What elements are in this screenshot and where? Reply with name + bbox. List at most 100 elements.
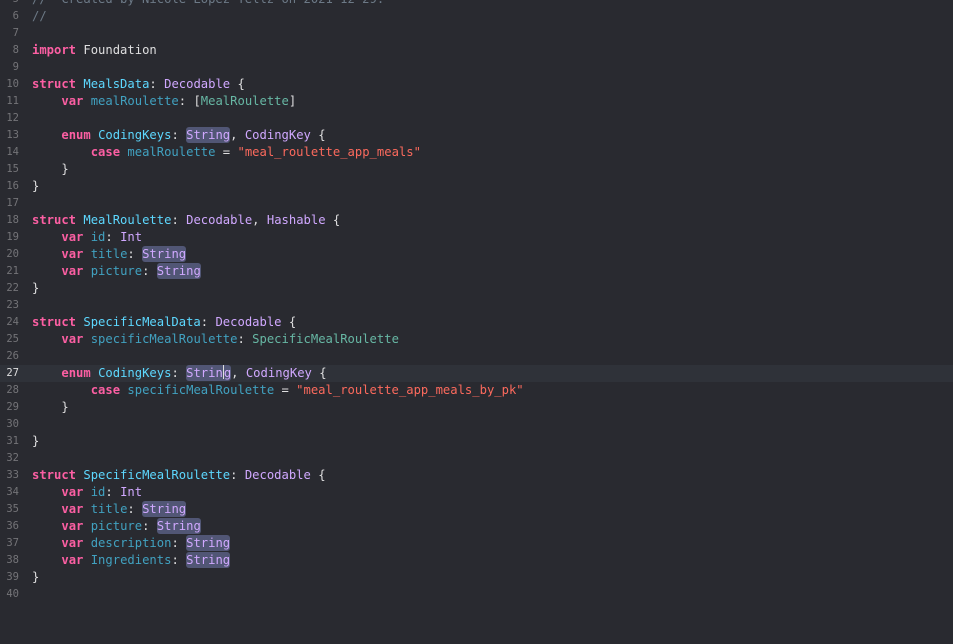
line-number: 13 (6, 129, 19, 141)
code-line[interactable]: 37 var description: String (0, 535, 953, 552)
code-token: var (61, 485, 84, 499)
code-line[interactable]: 34 var id: Int (0, 484, 953, 501)
code-token: { (310, 468, 326, 482)
code-line[interactable]: 19 var id: Int (0, 229, 953, 246)
code-text: var title: String (32, 501, 187, 518)
code-token: String (186, 552, 231, 568)
code-token: : (127, 502, 143, 516)
code-token: mealRoulette (90, 94, 179, 108)
code-token: = (215, 145, 238, 159)
code-line[interactable]: 38 var Ingredients: String (0, 552, 953, 569)
code-line[interactable]: 30 (0, 416, 953, 433)
line-number: 14 (6, 146, 19, 158)
line-number: 12 (6, 112, 19, 124)
code-line[interactable]: 6 // (0, 8, 953, 25)
code-line[interactable]: 16} (0, 178, 953, 195)
code-token: String (186, 365, 232, 381)
code-line[interactable]: 27 enum CodingKeys: String, CodingKey { (0, 365, 953, 382)
code-line[interactable]: 5 // Created by Nicole Lopez Tellz on 202… (0, 0, 953, 8)
code-line[interactable]: 22} (0, 280, 953, 297)
line-number: 5 (0, 0, 19, 8)
code-line[interactable]: 33 struct SpecificMealRoulette: Decodable… (0, 467, 953, 484)
code-line[interactable]: 40 (0, 586, 953, 603)
code-text: import Foundation (32, 42, 157, 59)
code-token: var (61, 247, 84, 261)
code-line[interactable]: 39} (0, 569, 953, 586)
code-line[interactable]: 9 (0, 59, 953, 76)
code-line[interactable]: 10 struct MealsData: Decodable { (0, 76, 953, 93)
code-token: SpecificMealRoulette (252, 332, 399, 346)
line-number: 37 (6, 537, 19, 549)
code-line[interactable]: 28 case specificMealRoulette = "meal_rou… (0, 382, 953, 399)
line-number: 6 (12, 10, 19, 22)
code-text: struct MealRoulette: Decodable, Hashable… (32, 212, 340, 229)
code-text: case mealRoulette = "meal_roulette_app_m… (32, 144, 421, 161)
code-line[interactable]: 20 var title: String (0, 246, 953, 263)
code-token: CodingKeys (98, 128, 172, 142)
code-token: Decodable (186, 213, 253, 227)
code-line[interactable]: 12 (0, 110, 953, 127)
code-line[interactable]: 29 } (0, 399, 953, 416)
code-line[interactable]: 17 (0, 195, 953, 212)
code-token: : (171, 128, 187, 142)
code-token: { (325, 213, 341, 227)
code-line[interactable]: 26 (0, 348, 953, 365)
code-token: CodingKey (245, 366, 312, 380)
code-text: var specificMealRoulette: SpecificMealRo… (32, 331, 399, 348)
code-line[interactable]: 23 (0, 297, 953, 314)
code-token: : (171, 536, 187, 550)
code-line[interactable]: 15 } (0, 161, 953, 178)
code-line[interactable]: 8 import Foundation (0, 42, 953, 59)
code-token: struct (32, 77, 77, 91)
code-token: { (311, 366, 327, 380)
code-token: } (32, 570, 40, 584)
code-token: } (32, 400, 69, 414)
code-line[interactable]: 36 var picture: String (0, 518, 953, 535)
code-line[interactable]: 25 var specificMealRoulette: SpecificMea… (0, 331, 953, 348)
code-line[interactable]: 31} (0, 433, 953, 450)
code-token: var (61, 519, 84, 533)
code-token: String (142, 246, 187, 262)
code-line[interactable]: 18 struct MealRoulette: Decodable, Hashab… (0, 212, 953, 229)
code-token: , (252, 213, 267, 227)
code-text: } (32, 280, 39, 297)
line-number: 31 (6, 435, 19, 447)
code-text: } (32, 433, 39, 450)
code-line[interactable]: 13 enum CodingKeys: String, CodingKey { (0, 127, 953, 144)
code-token: = (274, 383, 297, 397)
code-line[interactable]: 7 (0, 25, 953, 42)
code-line[interactable]: 32 (0, 450, 953, 467)
code-token: var (61, 536, 84, 550)
code-token: MealRoulette (200, 94, 289, 108)
code-token: id (90, 230, 106, 244)
code-text: var id: Int (32, 229, 142, 246)
code-token: SpecificMealData (83, 315, 201, 329)
code-token: : (105, 485, 121, 499)
code-line[interactable]: 21 var picture: String (0, 263, 953, 280)
code-line[interactable]: 14 case mealRoulette = "meal_roulette_ap… (0, 144, 953, 161)
code-token: { (281, 315, 297, 329)
code-line[interactable]: 24 struct SpecificMealData: Decodable { (0, 314, 953, 331)
line-number: 26 (6, 350, 19, 362)
code-line[interactable]: 11 var mealRoulette: [MealRoulette] (0, 93, 953, 110)
code-token: Int (120, 230, 143, 244)
line-number: 40 (6, 588, 19, 600)
line-number: 7 (12, 27, 19, 39)
code-token: Foundation (76, 43, 157, 57)
code-token: // (32, 9, 47, 23)
code-token: var (61, 230, 84, 244)
code-line[interactable]: 35 var title: String (0, 501, 953, 518)
line-number: 27 (6, 367, 19, 379)
line-number: 15 (6, 163, 19, 175)
code-token: case (90, 383, 121, 397)
code-editor[interactable]: 5 // Created by Nicole Lopez Tellz on 202… (0, 0, 953, 644)
